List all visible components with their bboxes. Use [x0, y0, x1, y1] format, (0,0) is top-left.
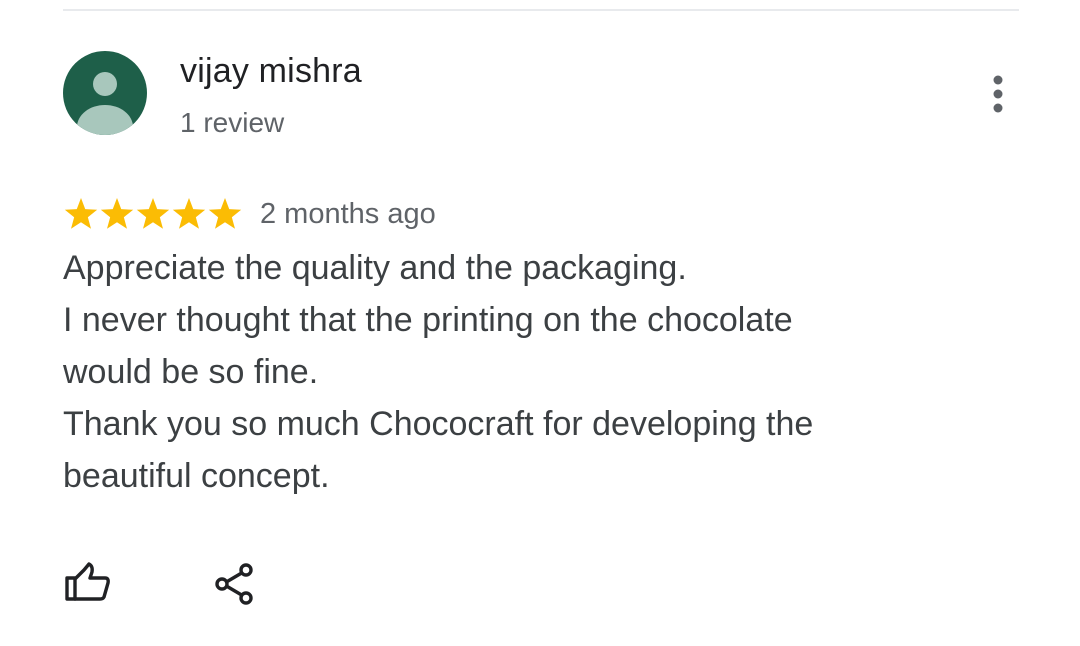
- review-text-line: beautiful concept.: [63, 457, 330, 495]
- review-text-line: would be so fine.: [63, 353, 319, 391]
- star-icon: [208, 198, 242, 229]
- reviewer-review-count: 1 review: [180, 107, 285, 138]
- top-divider: [63, 9, 1019, 11]
- more-options-button[interactable]: [978, 70, 1018, 118]
- star-icon: [136, 198, 170, 229]
- star-icon: [100, 198, 134, 229]
- review-text-line: Thank you so much Chococraft for develop…: [63, 405, 814, 443]
- star-icon: [172, 198, 206, 229]
- reviewer-name[interactable]: vijay mishra: [180, 52, 362, 91]
- review-text: Appreciate the quality and the packaging…: [63, 242, 1013, 502]
- more-vert-icon: [993, 75, 1003, 113]
- star-icon: [64, 198, 98, 229]
- reviewer-avatar[interactable]: [63, 51, 147, 135]
- thumb-up-icon: [65, 562, 110, 601]
- review-date: 2 months ago: [260, 197, 436, 230]
- share-icon: [215, 563, 253, 605]
- like-button[interactable]: [62, 560, 112, 608]
- share-button[interactable]: [212, 560, 256, 608]
- person-icon: [63, 51, 147, 135]
- star-rating: [63, 196, 243, 232]
- review-text-line: Appreciate the quality and the packaging…: [63, 249, 687, 287]
- rating-row: 2 months ago: [63, 192, 436, 236]
- review-text-line: I never thought that the printing on the…: [63, 301, 793, 339]
